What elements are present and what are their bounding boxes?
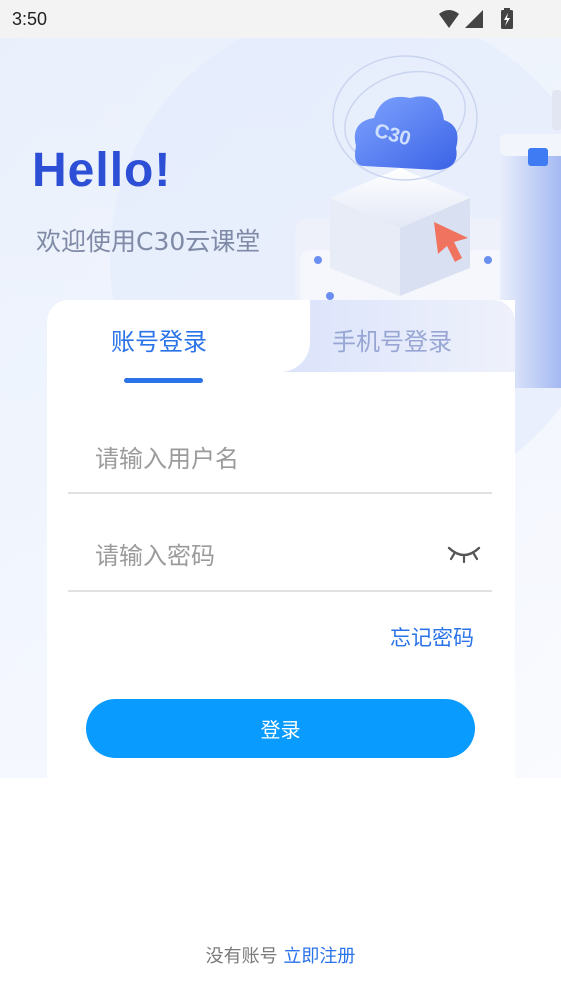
no-account-text: 没有账号	[205, 946, 278, 967]
status-icons	[439, 8, 513, 29]
username-input[interactable]	[95, 437, 435, 481]
login-button[interactable]: 登录	[86, 699, 475, 758]
hero-subtitle: 欢迎使用C30云课堂	[36, 227, 261, 256]
wifi-icon	[439, 10, 459, 28]
forgot-password-link[interactable]: 忘记密码	[390, 622, 474, 652]
hero-title: Hello!	[32, 144, 172, 197]
password-input[interactable]	[95, 534, 435, 578]
password-divider	[68, 590, 492, 592]
eye-closed-icon[interactable]	[446, 544, 482, 564]
status-time: 3:50	[12, 9, 48, 29]
tab-phone-login[interactable]: 手机号登录	[332, 322, 452, 357]
signal-icon	[465, 10, 483, 28]
register-now-link[interactable]: 立即注册	[283, 946, 355, 967]
register-prompt: 没有账号 立即注册	[0, 942, 561, 968]
battery-charging-icon	[501, 8, 513, 29]
tab-active-indicator	[124, 378, 203, 383]
tab-account-login[interactable]: 账号登录	[111, 322, 207, 357]
username-divider	[68, 492, 492, 494]
status-bar: 3:50	[0, 0, 561, 38]
